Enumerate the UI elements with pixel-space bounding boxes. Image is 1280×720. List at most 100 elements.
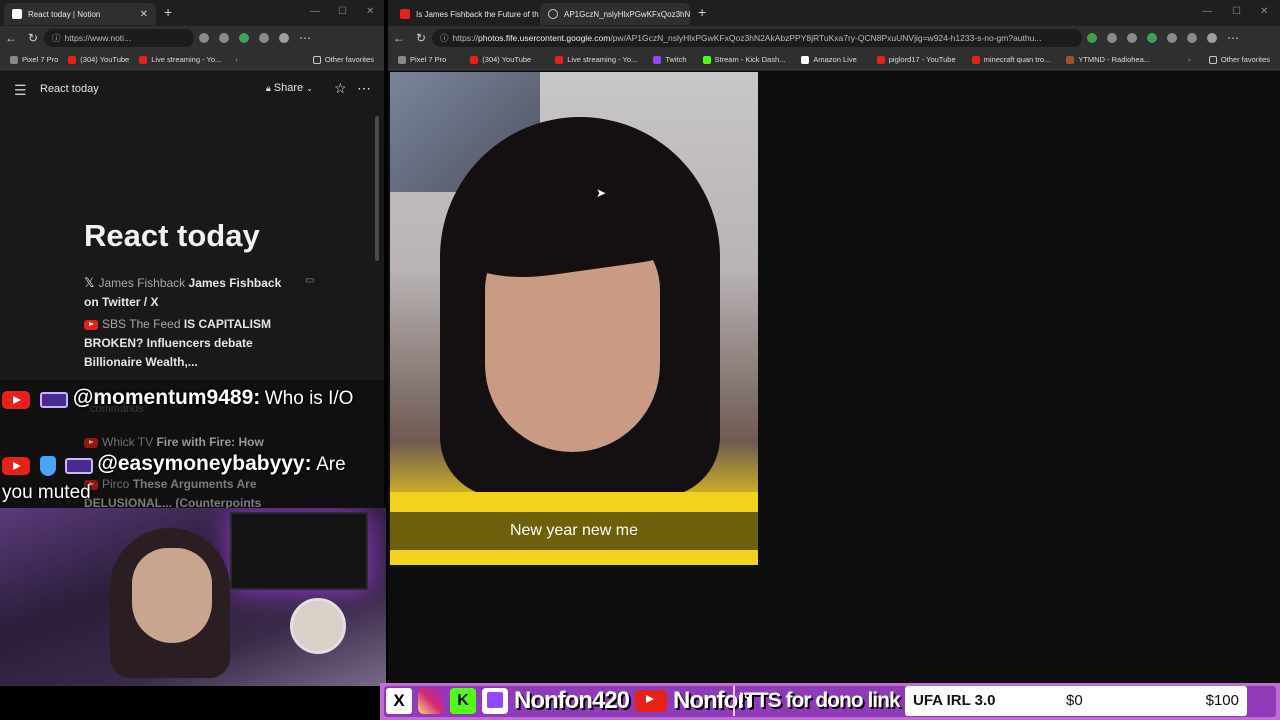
member-badge-icon xyxy=(64,457,93,474)
bookmark[interactable]: (304) YouTube xyxy=(470,55,531,64)
notion-favicon-icon xyxy=(12,9,22,19)
member-badge-icon xyxy=(40,391,69,408)
address-bar[interactable]: ⓘ https://www.noti... xyxy=(44,29,194,47)
right-browser-window: Is James Fishback the Future of th ✕ AP1… xyxy=(388,0,1280,683)
more-options-icon[interactable]: ⋯ xyxy=(357,80,371,97)
twitch-handle: Nonfon420 xyxy=(514,687,630,714)
chevron-right-icon[interactable]: › xyxy=(1188,55,1191,64)
chat-username: @momentum9489: xyxy=(72,386,261,409)
new-tab-icon[interactable]: + xyxy=(698,4,706,20)
tab-bar: React today | Notion ✕ + — ☐ ✕ xyxy=(0,0,384,26)
tab-title: AP1GczN_nslyHlxPGwKFxQoz3hN xyxy=(564,9,690,19)
x-logo-icon: X xyxy=(386,688,412,714)
bookmark[interactable]: piglord17 - YouTube xyxy=(876,55,956,64)
refresh-icon[interactable]: ↻ xyxy=(410,31,432,45)
twitch-icon xyxy=(482,688,508,714)
moderator-shield-icon xyxy=(40,455,57,476)
youtube-icon xyxy=(470,55,479,64)
address-bar[interactable]: ⓘ https://photos.fife.usercontent.google… xyxy=(432,29,1082,47)
breadcrumb[interactable]: React today xyxy=(40,83,99,95)
kick-icon xyxy=(702,55,711,64)
bookmark[interactable]: Amazon Live xyxy=(801,55,857,64)
bookmark[interactable]: YTMND - Radiohea... xyxy=(1066,55,1150,64)
bookmark-icon xyxy=(10,55,18,64)
grammarly-icon[interactable] xyxy=(239,33,249,43)
close-window-icon[interactable]: ✕ xyxy=(366,6,374,17)
other-favorites[interactable]: Other favorites xyxy=(1208,55,1270,64)
more-menu-icon[interactable]: ⋯ xyxy=(1222,31,1244,45)
url-host: photos.fife.usercontent.google.com xyxy=(478,33,611,43)
favorite-star-icon[interactable]: ☆ xyxy=(334,80,347,97)
pen-extension-icon[interactable] xyxy=(1087,33,1097,43)
profile-avatar-icon[interactable] xyxy=(279,33,289,43)
grammarly-icon[interactable] xyxy=(1147,33,1157,43)
monitor-image xyxy=(230,512,368,590)
favorites-icon[interactable] xyxy=(1187,33,1197,43)
new-tab-icon[interactable]: + xyxy=(164,4,172,20)
bookmark[interactable]: (304) YouTube xyxy=(68,55,129,64)
globe-icon xyxy=(548,9,558,19)
refresh-icon[interactable]: ↻ xyxy=(22,31,44,45)
youtube-icon xyxy=(84,319,98,330)
extension-icon[interactable] xyxy=(219,33,229,43)
chevron-right-icon[interactable]: › xyxy=(235,55,238,64)
back-icon[interactable]: ← xyxy=(388,31,410,45)
comment-icon[interactable]: ▭ xyxy=(305,275,314,286)
close-window-icon[interactable]: ✕ xyxy=(1260,6,1268,17)
goal-label: UFA IRL 3.0 xyxy=(913,692,996,709)
bookmark[interactable]: Pixel 7 Pro xyxy=(398,55,446,64)
scrollbar-thumb[interactable] xyxy=(375,116,379,261)
maximize-icon[interactable]: ☐ xyxy=(1232,6,1241,17)
chat-username: @easymoneybabyyy: xyxy=(97,452,312,475)
chat-message: @easymoneybabyyy: Are you muted xyxy=(2,450,378,507)
bookmark[interactable]: Twitch xyxy=(653,55,687,64)
tab-title: Is James Fishback the Future of th xyxy=(416,9,539,19)
youtube-icon xyxy=(555,55,564,64)
menu-icon[interactable]: ☰ xyxy=(14,82,27,99)
more-menu-icon[interactable]: ⋯ xyxy=(294,31,316,45)
profile-avatar-icon[interactable] xyxy=(1207,33,1217,43)
info-icon: ⓘ xyxy=(440,33,449,43)
youtube-icon xyxy=(635,690,668,712)
extensions-icon[interactable] xyxy=(1167,33,1177,43)
bookmark[interactable]: Live streaming - Yo... xyxy=(139,55,221,64)
minimize-icon[interactable]: — xyxy=(1202,6,1212,17)
instagram-icon xyxy=(418,688,444,714)
amazon-icon xyxy=(801,55,810,64)
tab-notion[interactable]: React today | Notion ✕ xyxy=(4,3,156,25)
image-caption: New year new me xyxy=(509,522,639,539)
maximize-icon[interactable]: ☐ xyxy=(338,6,347,17)
other-favorites[interactable]: Other favorites xyxy=(312,55,374,64)
extension-icon[interactable] xyxy=(1107,33,1117,43)
bookmark[interactable]: minecraft quan tro... xyxy=(971,55,1050,64)
extensions-icon[interactable] xyxy=(259,33,269,43)
youtube-icon xyxy=(2,456,30,475)
youtube-icon xyxy=(2,390,30,409)
tab-photo[interactable]: AP1GczN_nslyHlxPGwKFxQoz3hN ✕ xyxy=(540,3,690,25)
url-prefix: https:// xyxy=(452,33,479,43)
twitch-icon xyxy=(653,55,662,64)
toolbar: ← ↻ ⓘ https://www.noti... ⋯ xyxy=(0,26,384,50)
bookmark[interactable]: Stream - Kick Dash... xyxy=(702,55,785,64)
bookmark[interactable]: Pixel 7 Pro xyxy=(10,55,58,64)
url-path: /pw/AP1GczN_nslyHlxPGwKFxQoz3hN2AkAbzPPY… xyxy=(610,33,1042,43)
bookmark[interactable]: Live streaming - Yo... xyxy=(555,55,637,64)
close-tab-icon[interactable]: ✕ xyxy=(140,9,148,20)
kick-icon: K xyxy=(450,688,476,714)
youtube-favicon-icon xyxy=(400,9,410,19)
back-icon[interactable]: ← xyxy=(0,31,22,45)
extension-icon[interactable] xyxy=(1127,33,1137,43)
list-item[interactable]: SBS The Feed IS CAPITALISM BROKEN? Influ… xyxy=(84,315,284,372)
youtube-icon xyxy=(68,55,77,64)
image-viewer: New year new me ➤ xyxy=(388,71,1280,683)
list-item[interactable]: 𝕏 James Fishback James Fishback on Twitte… xyxy=(84,273,294,312)
minimize-icon[interactable]: — xyxy=(310,6,320,17)
folder-icon xyxy=(312,55,321,64)
share-button[interactable]: 🔒︎ Share ⌄ xyxy=(266,82,313,94)
tab-fishback[interactable]: Is James Fishback the Future of th ✕ xyxy=(392,3,540,25)
decor-object xyxy=(290,598,346,654)
extension-icon[interactable] xyxy=(199,33,209,43)
youtube-icon xyxy=(876,55,885,64)
folder-icon xyxy=(1208,55,1217,64)
bookmarks-bar: Pixel 7 Pro (304) YouTube Live streaming… xyxy=(388,50,1280,70)
